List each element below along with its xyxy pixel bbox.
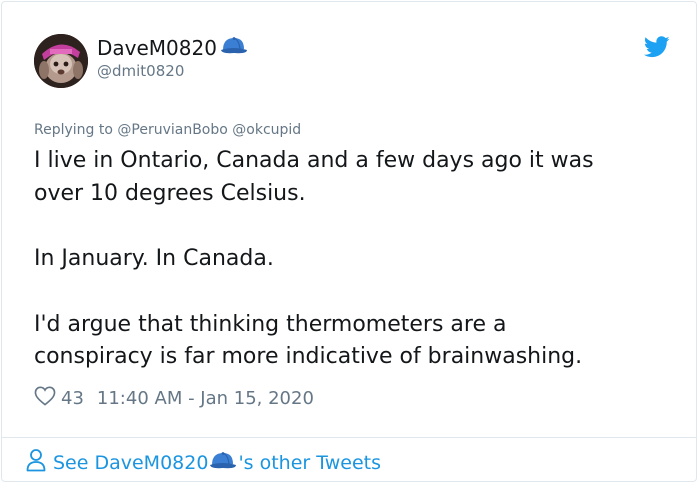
tweet-meta: 43 11:40 AM - Jan 15, 2020 — [34, 386, 314, 411]
tweet-line: over 10 degrees Celsius. — [34, 180, 306, 206]
replying-to: Replying to @PeruvianBobo @okcupid — [34, 122, 301, 138]
see-other-tweets-link[interactable]: See DaveM0820 's other Tweets — [26, 448, 381, 477]
person-icon — [26, 448, 46, 477]
tweet-line: In January. In Canada. — [34, 246, 274, 271]
user-handle[interactable]: @dmit0820 — [97, 62, 184, 80]
tweet-line: conspiracy is far more indicative of bra… — [34, 344, 583, 369]
tweet-card: DaveM0820 @dmit0820 Replying to @Peruvia… — [1, 1, 697, 482]
replying-prefix: Replying to — [34, 122, 118, 138]
heart-icon[interactable] — [34, 386, 56, 411]
tweet-line: I live in Ontario, Canada and a few days… — [34, 148, 594, 173]
footer-suffix: 's other Tweets — [238, 451, 381, 474]
divider — [2, 437, 696, 438]
display-name-text: DaveM0820 — [97, 35, 217, 60]
footer-prefix: See DaveM0820 — [53, 451, 209, 474]
tweet-line: I'd argue that thinking thermometers are… — [34, 311, 507, 337]
avatar-image — [34, 34, 88, 88]
display-name[interactable]: DaveM0820 — [97, 35, 248, 60]
like-count[interactable]: 43 — [61, 388, 84, 409]
blue-cap-icon — [220, 35, 248, 60]
timestamp[interactable]: 11:40 AM - Jan 15, 2020 — [97, 388, 314, 409]
twitter-logo-icon[interactable] — [643, 36, 670, 62]
tweet-text: I live in Ontario, Canada and a few days… — [34, 145, 674, 374]
mention-link[interactable]: @PeruvianBobo — [117, 122, 227, 138]
mention-link[interactable]: @okcupid — [232, 122, 301, 138]
blue-cap-icon — [209, 450, 237, 475]
avatar[interactable] — [34, 34, 88, 88]
